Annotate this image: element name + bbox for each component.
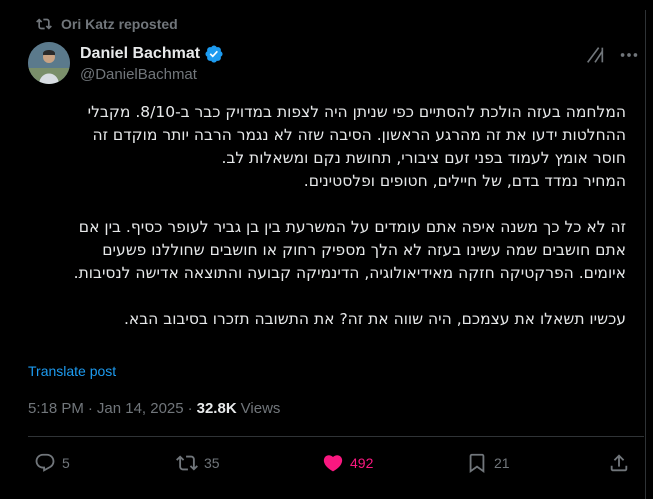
author-handle[interactable]: @DanielBachmat <box>80 66 197 83</box>
repost-count: 35 <box>204 455 220 471</box>
reply-count: 5 <box>62 455 70 471</box>
tweet-text: המלחמה בעזה הולכת להסתיים כפי שניתן היה … <box>26 101 626 331</box>
tweet-line: המלחמה בעזה הולכת להסתיים כפי שניתן היה … <box>87 103 626 121</box>
author-name[interactable]: Daniel Bachmat <box>80 45 200 63</box>
bookmark-count: 21 <box>494 455 510 471</box>
retweet-icon <box>176 455 198 471</box>
share-button[interactable] <box>608 451 630 475</box>
views-count[interactable]: 32.8K <box>197 400 237 417</box>
tweet-line: אתם חושבים שמה עשינו בעזה לא הלך מספיק ר… <box>102 241 626 259</box>
repost-icon <box>36 18 52 30</box>
meta-separator: · <box>87 400 93 417</box>
repost-indicator[interactable]: Ori Katz reposted <box>36 14 178 34</box>
verified-badge-icon[interactable] <box>204 44 224 64</box>
post-time[interactable]: 5:18 PM <box>28 400 84 417</box>
author-name-row[interactable]: Daniel Bachmat <box>80 44 224 64</box>
tweet-line: חוסר אומץ לעמוד בפני זעם ציבורי, תחושת נ… <box>221 149 626 167</box>
repost-text: Ori Katz reposted <box>61 16 178 32</box>
bookmark-button[interactable]: 21 <box>466 451 510 475</box>
heart-icon <box>323 455 343 472</box>
reply-icon <box>35 453 55 472</box>
like-count: 492 <box>350 455 374 471</box>
repost-button[interactable]: 35 <box>176 451 220 475</box>
translate-post-link[interactable]: Translate post <box>28 363 116 379</box>
like-button[interactable]: 492 <box>322 451 373 475</box>
tweet-line: זה לא כל כך משנה איפה אתם עומדים על המשר… <box>78 218 626 236</box>
tweet-line: המחיר נמדד בדם, של חיילים, חטופים ופלסטי… <box>303 172 626 190</box>
reply-button[interactable]: 5 <box>34 451 70 475</box>
meta-separator: · <box>187 400 193 417</box>
divider <box>28 436 644 437</box>
tweet-line: ההחלטות ידעו את זה מהרגע הראשון. הסיבה ש… <box>92 126 626 144</box>
post-date[interactable]: Jan 14, 2025 <box>97 400 184 417</box>
more-icon[interactable] <box>618 44 640 66</box>
avatar-image <box>28 42 70 84</box>
tweet-meta: 5:18 PM · Jan 14, 2025 · 32.8K Views <box>28 400 280 417</box>
tweet-line: עכשיו תשאלו את עצמכם, היה שווה את זה? את… <box>123 310 626 328</box>
avatar[interactable] <box>28 42 70 84</box>
tweet-line: איומים. הפרקטיקה חזקה מאידיאולוגיה, הדינ… <box>73 264 626 282</box>
share-icon <box>610 454 628 472</box>
views-label: Views <box>240 400 281 417</box>
grok-icon[interactable] <box>584 44 606 66</box>
bookmark-icon <box>469 453 485 474</box>
